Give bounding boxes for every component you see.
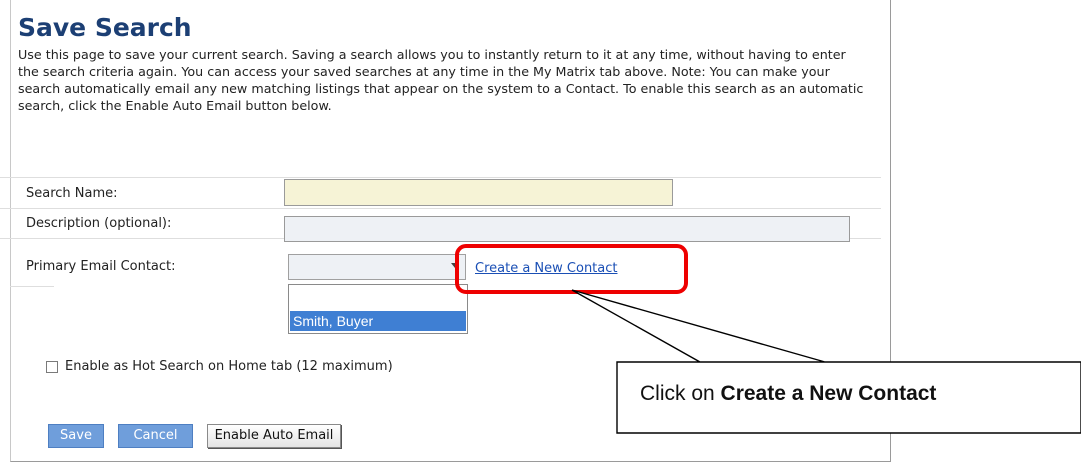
highlight-box <box>455 244 688 294</box>
primary-email-dropdown-list: Smith, Buyer <box>288 284 468 334</box>
description-input[interactable] <box>284 216 850 242</box>
hot-search-label: Enable as Hot Search on Home tab (12 max… <box>65 359 393 374</box>
primary-email-label: Primary Email Contact: <box>26 259 176 274</box>
page-intro-text: Use this page to save your current searc… <box>18 47 864 113</box>
search-name-input[interactable] <box>284 179 673 206</box>
callout-bold-text: Create a New Contact <box>720 382 937 405</box>
row-divider <box>10 286 54 287</box>
search-name-label: Search Name: <box>26 186 118 201</box>
save-button[interactable]: Save <box>48 424 104 448</box>
dropdown-option-blank[interactable] <box>290 286 466 308</box>
callout-text: Click on Create a New Contact <box>640 382 936 406</box>
dropdown-option-smith-buyer[interactable]: Smith, Buyer <box>290 311 466 331</box>
callout-prefix: Click on <box>640 382 721 405</box>
hot-search-checkbox[interactable] <box>46 361 58 373</box>
page-title: Save Search <box>18 13 192 42</box>
cancel-button[interactable]: Cancel <box>118 424 193 448</box>
enable-auto-email-button[interactable]: Enable Auto Email <box>207 424 341 448</box>
primary-email-select[interactable] <box>288 254 466 280</box>
description-label: Description (optional): <box>26 216 172 231</box>
